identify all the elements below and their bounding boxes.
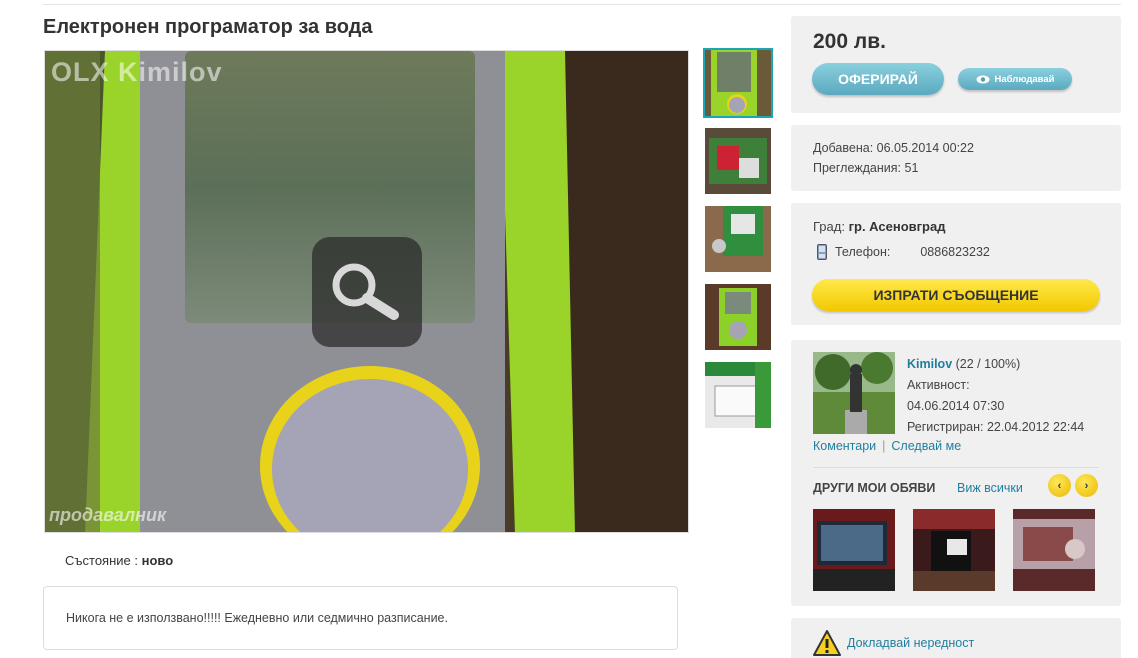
phone-row: Телефон: 0886823232 [817,244,990,260]
prev-arrow-button[interactable]: ‹ [1048,474,1071,497]
condition: Състояние : ново [65,553,173,568]
watch-button[interactable]: Наблюдавай [958,68,1072,90]
thumbnail-2[interactable] [703,126,773,196]
description-box: Никога не е използвано!!!!! Ежедневно ил… [43,586,678,650]
warning-icon [813,630,841,656]
phone-number[interactable]: 0886823232 [920,245,990,259]
user-name[interactable]: Kimilov [907,357,952,371]
user-panel: Kimilov (22 / 100%) Активност: 04.06.201… [791,340,1121,606]
link-separator: | [882,439,886,453]
eye-icon [976,75,990,83]
view-all-link[interactable]: Виж всички [957,481,1023,495]
listing-page: Електронен програматор за вода OLX Kimil… [0,0,1138,658]
report-link[interactable]: Докладвай нередност [813,630,974,656]
comments-link[interactable]: Коментари [813,439,876,453]
added-date: Добавена: 06.05.2014 00:22 [813,141,974,155]
thumbnail-1[interactable] [703,48,773,118]
description-text: Никога не е използвано!!!!! Ежедневно ил… [66,611,448,625]
thumbnail-4[interactable] [703,282,773,352]
registered-date: Регистриран: 22.04.2012 22:44 [907,420,1085,434]
magnifier-icon [332,263,399,320]
watch-label: Наблюдавай [994,73,1055,85]
contact-panel: Град: гр. Асеновград Телефон: 0886823232… [791,203,1121,325]
activity-label: Активност: [907,378,970,392]
main-product-image[interactable]: OLX Kimilov продавалник [44,50,689,533]
stats-panel: Добавена: 06.05.2014 00:22 Преглеждания:… [791,125,1121,191]
avatar[interactable] [813,352,895,434]
send-message-button[interactable]: ИЗПРАТИ СЪОБЩЕНИЕ [812,279,1100,311]
other-ad-thumbnail-1[interactable] [813,509,895,591]
report-panel: Докладвай нередност [791,618,1121,658]
other-ads-list [813,509,1095,591]
activity-value: 04.06.2014 07:30 [907,399,1005,413]
offer-button[interactable]: ОФЕРИРАЙ [812,63,944,95]
top-divider [43,4,1121,5]
other-ad-thumbnail-2[interactable] [913,509,995,591]
watermark-top: OLX Kimilov [51,57,223,87]
city-value: гр. Асеновград [848,219,946,234]
user-links: Коментари | Следвай ме [813,439,961,453]
thumbnail-strip [703,48,775,438]
watermark-bottom: продавалник [49,505,167,525]
city-label: Град: [813,219,845,234]
thumbnail-3[interactable] [703,204,773,274]
city: Град: гр. Асеновград [813,219,945,234]
condition-label: Състояние : [65,553,138,568]
report-label: Докладвай нередност [847,636,975,650]
listing-title: Електронен програматор за вода [43,16,373,38]
view-count: Преглеждания: 51 [813,161,919,175]
price-panel: 200 лв. ОФЕРИРАЙ Наблюдавай [791,16,1121,113]
thumbnail-5[interactable] [703,360,773,430]
user-rating: (22 / 100%) [955,357,1021,371]
divider [813,467,1099,468]
price: 200 лв. [813,30,886,53]
user-info: Kimilov (22 / 100%) Активност: 04.06.201… [907,354,1084,438]
zoom-button[interactable] [312,237,422,347]
next-arrow-button[interactable]: › [1075,474,1098,497]
phone-label: Телефон: [835,245,891,259]
other-ads-heading: ДРУГИ МОИ ОБЯВИ [813,481,936,495]
follow-link[interactable]: Следвай ме [891,439,961,453]
mobile-phone-icon [817,244,827,260]
other-ad-thumbnail-3[interactable] [1013,509,1095,591]
condition-value: ново [141,553,174,568]
